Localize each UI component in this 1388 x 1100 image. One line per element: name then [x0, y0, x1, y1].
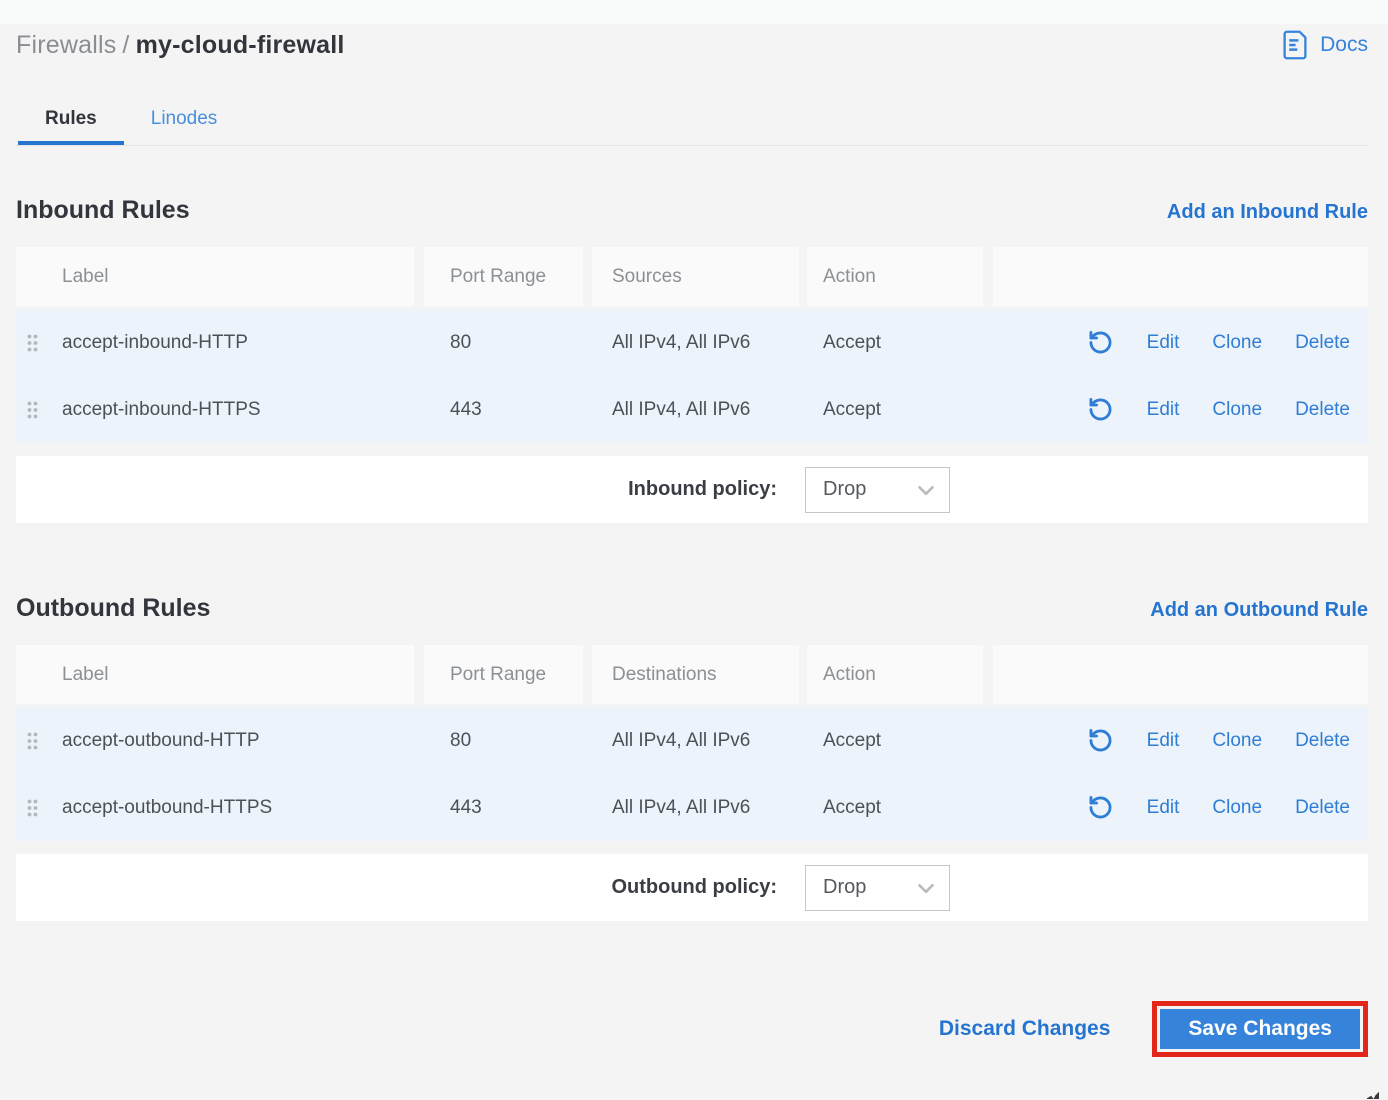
outbound-policy-row: Outbound policy: Drop — [16, 854, 1368, 921]
inbound-policy-select[interactable]: Drop — [805, 466, 950, 513]
outbound-section-head: Outbound Rules Add an Outbound Rule — [16, 594, 1368, 623]
outbound-policy-select[interactable]: Drop — [805, 864, 950, 911]
outbound-rules-title: Outbound Rules — [16, 594, 211, 622]
inbound-policy-label: Inbound policy: — [628, 478, 777, 500]
drag-handle-icon[interactable] — [26, 400, 39, 419]
outbound-col-destinations: Destinations — [592, 645, 799, 704]
rule-action: Accept — [823, 796, 882, 818]
clone-button[interactable]: Clone — [1212, 332, 1262, 354]
edit-button[interactable]: Edit — [1147, 797, 1180, 819]
page-title: my-cloud-firewall — [135, 30, 345, 59]
rule-sources: All IPv4, All IPv6 — [612, 398, 751, 420]
outbound-col-actions-spacer — [993, 645, 1368, 704]
rule-port: 443 — [450, 796, 482, 818]
outbound-table-header: Label Port Range Destinations Action — [16, 645, 1368, 704]
delete-button[interactable]: Delete — [1295, 399, 1350, 421]
footer-actions: Discard Changes Save Changes — [16, 1001, 1368, 1057]
undo-icon[interactable] — [1087, 396, 1114, 423]
drag-handle-icon[interactable] — [26, 798, 39, 817]
table-row: accept-outbound-HTTP 80 All IPv4, All IP… — [16, 707, 1368, 774]
outbound-policy-value: Drop — [823, 876, 867, 898]
topbar: Firewalls / my-cloud-firewall Docs — [16, 30, 1368, 60]
outbound-rows: accept-outbound-HTTP 80 All IPv4, All IP… — [16, 707, 1368, 841]
drag-handle-icon[interactable] — [26, 333, 39, 352]
undo-icon[interactable] — [1087, 727, 1114, 754]
breadcrumb-separator: / — [122, 30, 130, 59]
chevron-down-icon — [913, 477, 939, 503]
edit-button[interactable]: Edit — [1147, 730, 1180, 752]
inbound-rules-title: Inbound Rules — [16, 196, 190, 224]
cursor-artifact — [1367, 1091, 1379, 1099]
rule-label: accept-outbound-HTTPS — [62, 796, 273, 818]
rule-label: accept-outbound-HTTP — [62, 729, 260, 751]
rule-port: 443 — [450, 398, 482, 420]
inbound-section-head: Inbound Rules Add an Inbound Rule — [16, 196, 1368, 225]
clone-button[interactable]: Clone — [1212, 399, 1262, 421]
tab-rules[interactable]: Rules — [18, 102, 124, 145]
inbound-table-header: Label Port Range Sources Action — [16, 247, 1368, 306]
chevron-down-icon — [913, 875, 939, 901]
inbound-col-port: Port Range — [424, 247, 583, 306]
rule-action: Accept — [823, 331, 882, 353]
docs-link[interactable]: Docs — [1281, 30, 1368, 60]
inbound-policy-row: Inbound policy: Drop — [16, 456, 1368, 523]
firewall-detail-page: Firewalls / my-cloud-firewall Docs Rules L… — [0, 0, 1388, 1057]
clone-button[interactable]: Clone — [1212, 730, 1262, 752]
undo-icon[interactable] — [1087, 794, 1114, 821]
table-row: accept-inbound-HTTPS 443 All IPv4, All I… — [16, 376, 1368, 443]
table-row: accept-outbound-HTTPS 443 All IPv4, All … — [16, 774, 1368, 841]
inbound-col-actions-spacer — [993, 247, 1368, 306]
outbound-col-action: Action — [807, 645, 983, 704]
outbound-col-label: Label — [16, 645, 414, 704]
docs-icon — [1281, 30, 1309, 60]
edit-button[interactable]: Edit — [1147, 332, 1180, 354]
outbound-col-port: Port Range — [424, 645, 583, 704]
discard-changes-button[interactable]: Discard Changes — [939, 1017, 1111, 1041]
inbound-col-label: Label — [16, 247, 414, 306]
add-inbound-rule-button[interactable]: Add an Inbound Rule — [1167, 201, 1368, 224]
inbound-policy-value: Drop — [823, 478, 867, 500]
rule-port: 80 — [450, 729, 472, 751]
table-row: accept-inbound-HTTP 80 All IPv4, All IPv… — [16, 309, 1368, 376]
docs-link-label: Docs — [1320, 33, 1368, 56]
rule-destinations: All IPv4, All IPv6 — [612, 729, 751, 751]
inbound-col-sources: Sources — [592, 247, 799, 306]
add-outbound-rule-button[interactable]: Add an Outbound Rule — [1150, 599, 1368, 622]
edit-button[interactable]: Edit — [1147, 399, 1180, 421]
save-button-highlight: Save Changes — [1152, 1001, 1368, 1057]
rule-label: accept-inbound-HTTPS — [62, 398, 261, 420]
inbound-rows: accept-inbound-HTTP 80 All IPv4, All IPv… — [16, 309, 1368, 443]
rule-action: Accept — [823, 729, 882, 751]
rule-action: Accept — [823, 398, 882, 420]
rule-sources: All IPv4, All IPv6 — [612, 331, 751, 353]
delete-button[interactable]: Delete — [1295, 730, 1350, 752]
delete-button[interactable]: Delete — [1295, 332, 1350, 354]
save-changes-button[interactable]: Save Changes — [1160, 1009, 1360, 1049]
breadcrumb: Firewalls / my-cloud-firewall — [16, 31, 345, 60]
delete-button[interactable]: Delete — [1295, 797, 1350, 819]
rule-port: 80 — [450, 331, 472, 353]
rule-destinations: All IPv4, All IPv6 — [612, 796, 751, 818]
clone-button[interactable]: Clone — [1212, 797, 1262, 819]
drag-handle-icon[interactable] — [26, 731, 39, 750]
rule-label: accept-inbound-HTTP — [62, 331, 248, 353]
tab-bar: Rules Linodes — [16, 102, 1368, 146]
tab-linodes[interactable]: Linodes — [124, 102, 245, 145]
outbound-policy-label: Outbound policy: — [611, 876, 777, 898]
breadcrumb-firewalls-link[interactable]: Firewalls — [16, 31, 116, 59]
inbound-col-action: Action — [807, 247, 983, 306]
undo-icon[interactable] — [1087, 329, 1114, 356]
